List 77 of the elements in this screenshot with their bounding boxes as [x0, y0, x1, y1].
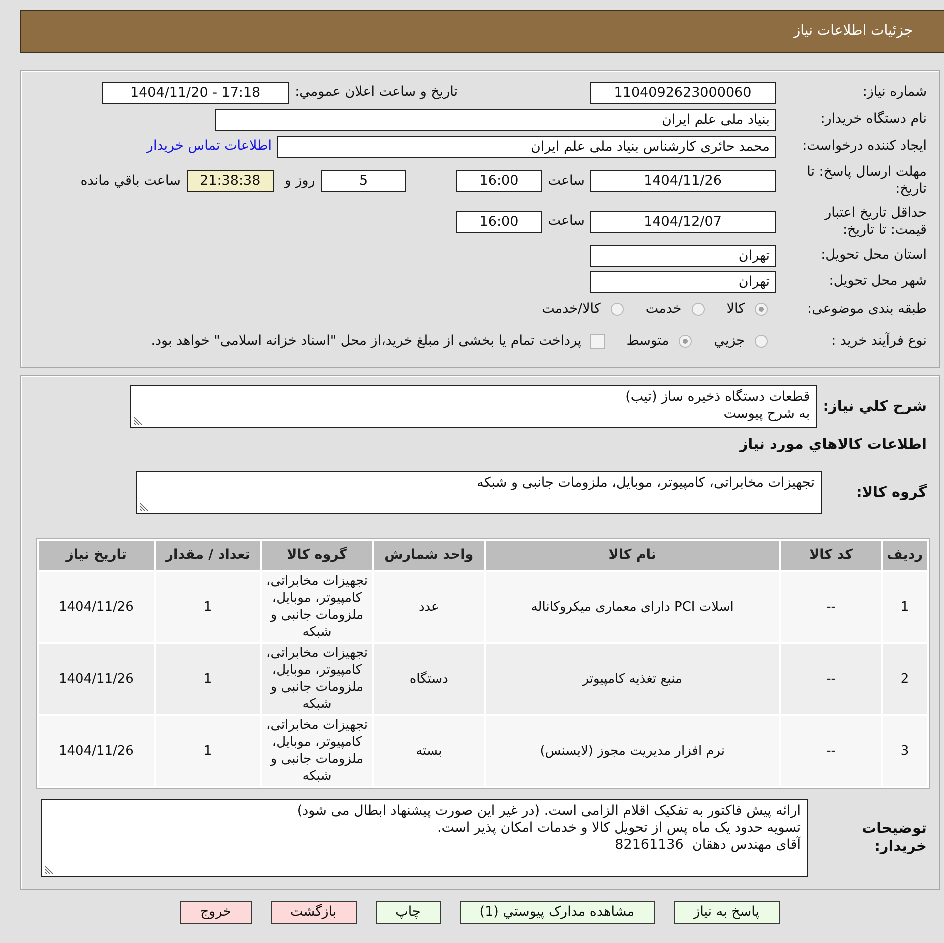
- validity-date-field[interactable]: 1404/12/07: [590, 210, 776, 232]
- resize-grip-icon[interactable]: [45, 866, 53, 874]
- field-label: مهلت ارسال پاسخ: تا تاریخ:: [806, 164, 927, 198]
- resize-grip-icon[interactable]: [134, 417, 142, 425]
- column-header: تاریخ نیاز: [39, 541, 154, 570]
- table-cell: 1: [156, 572, 260, 642]
- table-cell: 1404/11/26: [39, 716, 154, 786]
- city-field[interactable]: تهران: [590, 270, 776, 292]
- table-cell: تجهیزات مخابراتی، کامپیوتر، موبایل، ملزومات جانبی و شبکه: [262, 644, 372, 714]
- table-cell: 2: [883, 644, 927, 714]
- deadline-time-field[interactable]: 16:00: [456, 170, 542, 192]
- table-cell: --: [781, 572, 882, 642]
- buyer-contact-link[interactable]: اطلاعات تماس خریدار: [146, 136, 272, 157]
- field-label: شهر محل تحویل:: [828, 273, 927, 290]
- table-cell: 3: [883, 716, 927, 786]
- field-label: ایجاد کننده درخواست:: [802, 138, 927, 155]
- field-label: ساعت: [548, 212, 585, 232]
- column-header: نام کالا: [486, 541, 780, 570]
- page-title: جزئیات اطلاعات نیاز: [794, 22, 913, 41]
- table-cell: 1: [156, 716, 260, 786]
- back-button[interactable]: بازگشت: [270, 901, 357, 924]
- radio-label: کالا: [726, 300, 745, 319]
- field-label: طبقه بندی موضوعی:: [806, 300, 927, 318]
- table-cell: 1404/11/26: [39, 572, 154, 642]
- reply-button[interactable]: پاسخ به نیاز: [674, 901, 780, 924]
- requester-field[interactable]: محمد حائری کارشناس بنیاد ملی علم ایران: [277, 136, 776, 158]
- table-cell: بسته: [374, 716, 484, 786]
- field-label: توضیحات خریدار:: [861, 820, 927, 856]
- radio-label: خدمت: [646, 300, 682, 319]
- radio-label: جزيي: [714, 332, 745, 351]
- field-label: نوع فرآیند خرید :: [830, 332, 927, 350]
- checkbox-label: پرداخت تمام یا بخشی از مبلغ خرید،از محل "اسناد خزانه اسلامی" خواهد بود.: [151, 332, 582, 351]
- column-header: واحد شمارش: [374, 541, 484, 570]
- table-cell: 1: [156, 644, 260, 714]
- validity-time-field[interactable]: 16:00: [456, 210, 542, 232]
- need-number-field[interactable]: 1104092623000060: [590, 82, 776, 104]
- radio-label: متوسط: [626, 332, 670, 351]
- field-label: شماره نیاز:: [862, 84, 927, 101]
- field-label: ساعت: [548, 172, 585, 191]
- field-label: استان محل تحویل:: [820, 247, 927, 264]
- days-field[interactable]: 5: [321, 170, 406, 192]
- table-cell: تجهیزات مخابراتی، کامپیوتر، موبایل، ملزومات جانبی و شبکه: [262, 716, 372, 786]
- print-button[interactable]: چاپ: [376, 901, 441, 924]
- table-cell: دستگاه: [374, 644, 484, 714]
- resize-grip-icon[interactable]: [140, 503, 148, 511]
- exit-button[interactable]: خروج: [180, 901, 252, 924]
- field-label: روز و: [284, 172, 316, 191]
- description-field[interactable]: قطعات دستگاه ذخیره ساز (تیب) به شرح پیوست: [130, 385, 818, 428]
- field-label: نام دستگاه خریدار:: [820, 111, 927, 128]
- section-title: اطلاعات كالاهاي مورد نیاز: [738, 436, 927, 454]
- deadline-date-field[interactable]: 1404/11/26: [590, 170, 776, 192]
- buyer-notes-field[interactable]: ارائه پیش فاکتور به تفکیک اقلام الزامی است. (در غیر این صورت پیشنهاد ابطال می شود) تسویه حدود یک ماه پس از تحویل کالا و خدمات امکان پذیر است. آقای مهندس دهقان 82161136: [41, 799, 808, 877]
- column-header: گروه کالا: [262, 541, 372, 570]
- table-cell: --: [781, 644, 882, 714]
- table-cell: 1: [883, 572, 927, 642]
- goods-group-field[interactable]: تجهیزات مخابراتی، کامپیوتر، موبایل، ملزومات جانبی و شبکه: [136, 471, 822, 514]
- column-header: تعداد / مقدار: [156, 541, 260, 570]
- table-cell: منبع تغذیه کامپیوتر: [486, 644, 780, 714]
- column-header: کد کالا: [781, 541, 882, 570]
- table-cell: عدد: [374, 572, 484, 642]
- radio-label: کالا/خدمت: [542, 300, 601, 319]
- field-label: گروه کالا:: [855, 484, 927, 502]
- remaining-time-field[interactable]: 21:38:38: [186, 170, 274, 192]
- column-header: ردیف: [883, 541, 927, 570]
- field-label: تاریخ و ساعت اعلان عمومي:: [295, 83, 458, 102]
- field-label: حداقل تاریخ اعتبار قیمت: تا تاریخ:: [824, 204, 927, 238]
- table-cell: تجهیزات مخابراتی، کامپیوتر، موبایل، ملزومات جانبی و شبکه: [262, 572, 372, 642]
- buyer-organization-field[interactable]: بنیاد ملی علم ایران: [215, 108, 776, 130]
- announcement-date-field[interactable]: 1404/11/20 - 17:18: [102, 82, 290, 104]
- province-field[interactable]: تهران: [590, 244, 776, 266]
- field-label: شرح كلي نیاز:: [823, 398, 927, 416]
- field-label: ساعت باقي مانده: [80, 172, 181, 191]
- table-cell: اسلات PCI دارای معماری میکروکاناله: [486, 572, 780, 642]
- table-cell: 1404/11/26: [39, 644, 154, 714]
- table-cell: نرم افزار مدیریت مجوز (لایسنس): [486, 716, 780, 786]
- table-cell: --: [781, 716, 882, 786]
- view-attachments-button[interactable]: مشاهده مدارک پیوستي (1): [460, 901, 655, 924]
